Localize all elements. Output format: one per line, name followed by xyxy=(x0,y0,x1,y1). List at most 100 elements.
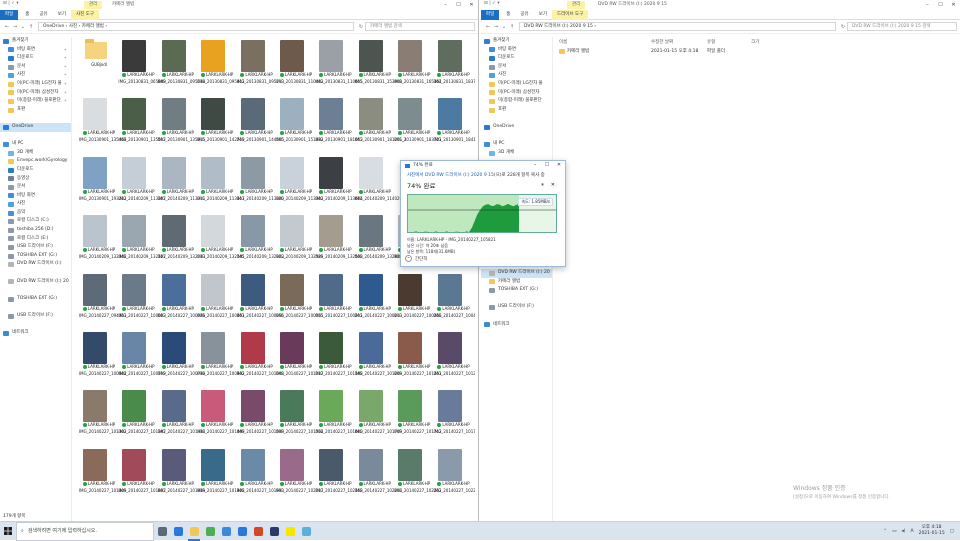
photo-item[interactable]: LARKLARK-HP IMG_20130901_181053 xyxy=(315,95,363,153)
nav-item[interactable]: 사진 xyxy=(481,71,552,80)
photo-item[interactable]: LARKLARK-HP IMG_20140227_100211 xyxy=(315,271,363,329)
photo-item[interactable]: LARKLARK-HP IMG_20130831_110442 xyxy=(276,37,323,95)
nav-item[interactable]: 로컬 디스크 (C:) xyxy=(0,217,71,226)
photo-item[interactable]: LARKLARK-HP IMG_20140227_101251 xyxy=(394,329,441,387)
photo-item[interactable]: LARKLARK-HP IMG_20130901_183721 xyxy=(394,95,441,153)
edge-taskbar-button[interactable] xyxy=(170,522,186,541)
photo-item[interactable]: LARKLARK-HP IMG_20140227_101809 xyxy=(79,446,126,504)
photo-item[interactable]: LARKLARK-HP IMG_20130831_153908 xyxy=(355,37,402,95)
nav-item[interactable]: 음악 xyxy=(0,209,71,218)
mail-taskbar-button[interactable] xyxy=(234,522,250,541)
photo-item[interactable]: LARKLARK-HP IMG_20130901_181201_1 xyxy=(355,95,407,153)
photo-item[interactable]: LARKLARK-HP IMG_20140227_101209 xyxy=(355,329,402,387)
nav-item[interactable]: 문서 xyxy=(481,63,552,72)
right-context-tab[interactable]: 관리 xyxy=(567,1,586,9)
nav-item[interactable]: 다운로드 xyxy=(0,166,71,175)
folder-item[interactable]: GUBjxdl xyxy=(79,37,118,95)
photo-item[interactable]: LARKLARK-HP IMG_20130901_193212 xyxy=(79,154,126,212)
up-arrow-icon[interactable]: ↑ xyxy=(27,24,35,30)
right-title-bar[interactable]: ⊟ | ✓ ▾ 관리 DVD RW 드라이브 (I:) 2020 9 15 – … xyxy=(481,0,960,10)
dialog-minimize-icon[interactable]: – xyxy=(529,161,541,170)
pause-icon[interactable]: ⏸ xyxy=(541,182,544,188)
photo-item[interactable]: LARKLARK-HP IMG_20140227_101712 xyxy=(394,387,441,445)
close-icon[interactable]: ✕ xyxy=(947,0,960,10)
refresh-icon[interactable]: ↻ xyxy=(839,24,847,30)
left-context-tab[interactable]: 관리 xyxy=(84,1,103,9)
nav-item[interactable]: 다운로드 ✦ xyxy=(0,54,71,63)
photo-item[interactable]: LARKLARK-HP IMG_20130831_165354 xyxy=(394,37,441,95)
photo-item[interactable]: LARKLARK-HP IMG_20130901_144505 xyxy=(237,95,284,153)
refresh-icon[interactable]: ↻ xyxy=(357,24,365,30)
nav-item[interactable]: 네트워크 xyxy=(0,329,71,338)
nav-item[interactable]: 포판 xyxy=(481,106,552,115)
photo-item[interactable]: LARKLARK-HP IMG_20140209_132823 xyxy=(355,212,402,270)
right-search-input[interactable]: DVD RW 드라이브 (I:) 2020 9 15 검색 xyxy=(847,22,957,31)
photo-item[interactable]: LARKLARK-HP IMG_20140209_132048 xyxy=(79,212,126,270)
photo-item[interactable]: LARKLARK-HP IMG_20140209_114029 xyxy=(355,154,402,212)
back-arrow-icon[interactable]: ← xyxy=(484,24,492,30)
nav-item[interactable]: 미(PC-미래) 삼성전자 ✦ xyxy=(0,89,71,98)
ribbon-tab-3[interactable]: 보기 xyxy=(53,10,71,20)
file-explorer-taskbar-button[interactable] xyxy=(186,522,202,541)
left-title-bar[interactable]: ⊟ | ✓ ▾ 관리 카메라 앨범 – ☐ ✕ xyxy=(0,0,478,10)
photo-item[interactable]: LARKLARK-HP IMG_20130831_110615 xyxy=(315,37,363,95)
nav-item[interactable]: 미(종합-미래) 블로판단 ✦ xyxy=(0,97,71,106)
destination-link[interactable]: DVD RW 드라이브 (I:) 2020 9 15 xyxy=(425,173,494,178)
photo-item[interactable]: LARKLARK-HP IMG_20140227_100719 xyxy=(118,329,166,387)
nav-item[interactable]: OneDrive xyxy=(0,122,71,132)
recent-locations-icon[interactable]: ⌄ xyxy=(500,24,508,30)
photo-item[interactable]: LARKLARK-HP IMG_20130901_142719 xyxy=(197,95,245,153)
notification-icon[interactable]: ▢ xyxy=(950,529,954,534)
photo-item[interactable]: LARKLARK-HP IMG_20140209_113342 xyxy=(276,154,323,212)
photo-item[interactable]: LARKLARK-HP IMG_20140227_101302 xyxy=(79,387,126,445)
column-date-modified[interactable]: 수정한 날짜 xyxy=(651,39,673,45)
photo-item[interactable]: LARKLARK-HP IMG_20130901_135517 xyxy=(118,95,166,153)
photo-item[interactable]: LARKLARK-HP IMG_20140227_100730 xyxy=(158,329,205,387)
app-taskbar-button[interactable] xyxy=(298,522,314,541)
photo-item[interactable]: LARKLARK-HP IMG_20140209_132538 xyxy=(315,212,363,270)
nav-item[interactable]: 사진 ✦ xyxy=(0,71,71,80)
nav-item[interactable]: 다운로드 xyxy=(481,54,552,63)
taskbar-search-input[interactable]: ⌕ 검색하려면 여기에 입력하십시오. xyxy=(16,521,154,541)
minimize-icon[interactable]: – xyxy=(439,0,452,10)
source-link[interactable]: 사진에서 xyxy=(407,173,424,178)
nav-item[interactable]: TOSHIBA EXT (G:) xyxy=(0,252,71,261)
photo-item[interactable]: LARKLARK-HP IMG_20140227_100155 xyxy=(276,271,323,329)
photo-item[interactable]: LARKLARK-HP IMG_20140209_132133 xyxy=(158,212,205,270)
photo-item[interactable]: LARKLARK-HP IMG_20140209_113320 xyxy=(237,154,284,212)
tray-chevron-icon[interactable]: ⌃ xyxy=(883,529,887,534)
dialog-title-bar[interactable]: 74% 완료 – ☐ ✕ xyxy=(401,161,565,170)
photo-item[interactable]: LARKLARK-HP IMG_20140209_132322 xyxy=(237,212,284,270)
photo-item[interactable]: LARKLARK-HPIMG_20140227_101256 xyxy=(434,329,475,387)
nav-item[interactable]: 미(PC-미래) LG전자 물 xyxy=(481,80,552,89)
photo-item[interactable]: LARKLARK-HP IMG_20140209_113604 xyxy=(315,154,363,212)
cancel-icon[interactable]: ✕ xyxy=(551,182,555,188)
quick-access-toolbar-icons[interactable]: ⊟ | ✓ ▾ xyxy=(3,1,19,6)
input-language-indicator[interactable]: A xyxy=(910,529,913,534)
ribbon-tab-4[interactable]: 드라이브 도구 xyxy=(551,9,589,20)
ribbon-tab-0[interactable]: 파일 xyxy=(0,9,19,20)
start-button[interactable] xyxy=(0,522,16,541)
photo-item[interactable]: LARKLARK-HPIMG_20140227_102254 xyxy=(434,446,475,504)
left-search-input[interactable]: 카메라 앨범 검색 xyxy=(365,22,475,31)
photo-item[interactable]: LARKLARK-HP IMG_20140227_100056 xyxy=(237,271,284,329)
nav-item[interactable]: 포판 xyxy=(0,106,71,115)
photo-item[interactable]: LARKLARK-HP IMG_20140227_100023 xyxy=(118,271,166,329)
ribbon-tab-1[interactable]: 홈 xyxy=(20,10,34,20)
photo-item[interactable]: LARKLARK-HP IMG_20140227_101928 xyxy=(197,446,245,504)
details-row-folder[interactable]: 카메라 앨범 2021-01-15 오후 4:18 파일 폴더 xyxy=(557,47,960,56)
photo-item[interactable]: LARKLARK-HP IMG_20140227_101554 xyxy=(276,387,323,445)
network-icon[interactable]: ▭ xyxy=(892,529,896,534)
nav-item[interactable]: TOSHIBA EXT (G:) xyxy=(0,295,71,304)
photo-item[interactable]: LARKLARK-HP IMG_20140227_101449 xyxy=(197,387,245,445)
photo-item[interactable]: LARKLARK-HP IMG_20140227_101839 xyxy=(158,446,205,504)
nav-item[interactable]: USB 드라이브 (F:) xyxy=(0,312,71,321)
photo-item[interactable]: LARKLARK-HP IMG_20140227_101347 xyxy=(118,387,166,445)
nav-item[interactable]: 사진 xyxy=(0,200,71,209)
photo-item[interactable]: LARKLARK-HP IMG_20140227_101539 xyxy=(237,387,284,445)
photo-item[interactable]: LARKLARK-HP IMG_20140227_094051 xyxy=(79,271,126,329)
nav-item[interactable]: 바탕 화면 xyxy=(0,192,71,201)
nav-item[interactable]: 바탕 화면 ✦ xyxy=(0,46,71,55)
nav-item[interactable]: 즐겨찾기 xyxy=(481,37,552,46)
powerpoint-taskbar-button[interactable] xyxy=(250,522,266,541)
